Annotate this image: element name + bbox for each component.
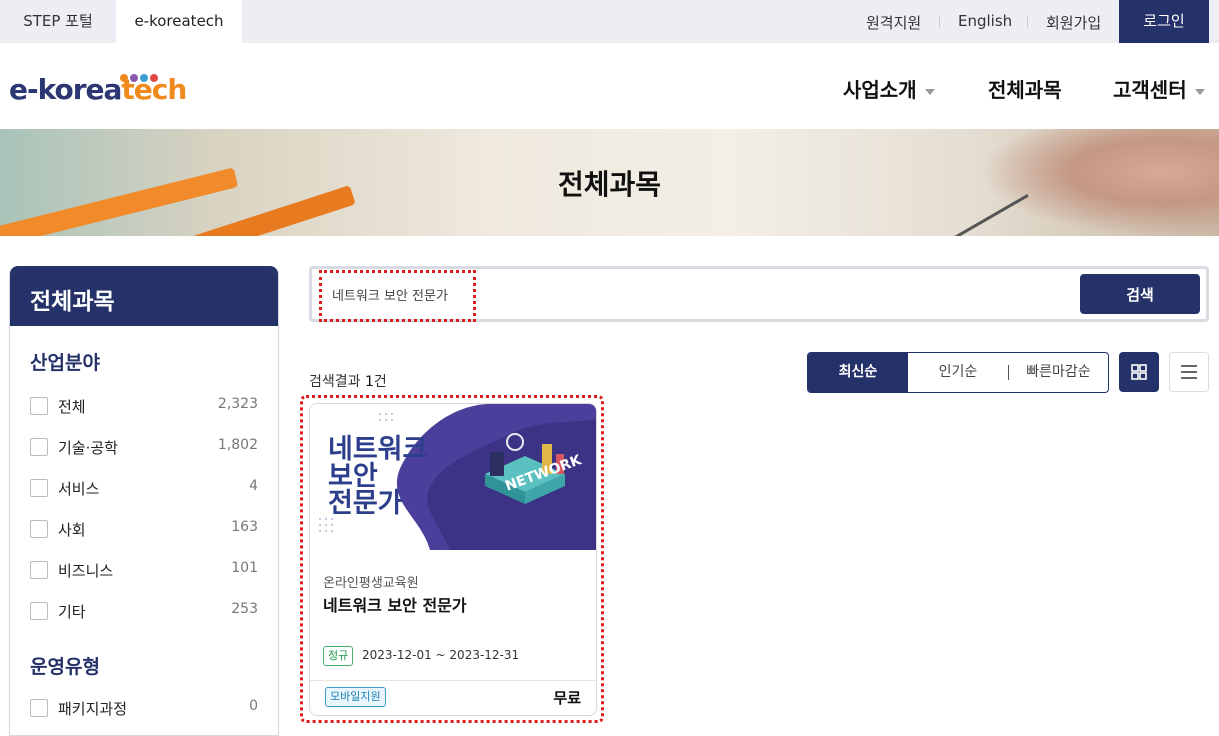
search-button[interactable]: 검색 <box>1080 274 1200 314</box>
remote-support-link[interactable]: 원격지원 <box>866 12 921 33</box>
course-type-badge: 정규 <box>323 646 354 666</box>
chevron-down-icon <box>924 88 935 95</box>
sidebar-title: 전체과목 <box>10 266 278 326</box>
course-price: 무료 <box>553 689 581 707</box>
checkbox[interactable] <box>30 602 48 620</box>
filter-count: 163 <box>231 519 258 535</box>
filter-count: 0 <box>249 698 258 714</box>
filter-count: 2,323 <box>217 396 258 412</box>
filter-label: 기타 <box>58 603 86 621</box>
nav-about[interactable]: 사업소개 <box>843 74 935 103</box>
industry-section-title: 산업분야 <box>30 352 100 374</box>
search-highlight-marker <box>319 270 476 322</box>
thumbnail-line: 네트워크 <box>328 434 428 465</box>
search-bar: 검색 <box>309 266 1209 322</box>
course-organization: 온라인평생교육원 <box>323 576 419 591</box>
operation-section-title: 운영유형 <box>30 656 100 678</box>
checkbox[interactable] <box>30 561 48 579</box>
checkbox[interactable] <box>30 479 48 497</box>
filter-label: 전체 <box>58 398 86 416</box>
thumbnail-line: 보안 <box>328 461 378 492</box>
category-sidebar: 전체과목 산업분야 전체 2,323 기술·공학 1,802 서비스 4 사회 … <box>9 266 279 736</box>
result-count: 검색결과 1건 <box>309 371 387 391</box>
login-button[interactable]: 로그인 <box>1119 0 1209 43</box>
mobile-support-badge: 모바일지원 <box>325 687 386 707</box>
course-thumbnail[interactable]: NETWORK 네트워크 보안 전문가 <box>310 404 596 550</box>
checkbox[interactable] <box>30 397 48 415</box>
site-header: e-koreatech 사업소개 전체과목 고객센터 <box>0 43 1219 129</box>
list-view-button[interactable] <box>1169 352 1209 392</box>
thumbnail-title: 네트워크 보안 전문가 <box>328 436 427 517</box>
sort-toggle: 최신순 인기순 빠른마감순 <box>807 352 1109 393</box>
top-divider <box>1027 16 1028 28</box>
course-title[interactable]: 네트워크 보안 전문가 <box>323 592 467 616</box>
grid-view-button[interactable] <box>1119 352 1159 392</box>
english-link[interactable]: English <box>958 12 1012 30</box>
filter-engineering[interactable]: 기술·공학 1,802 <box>30 437 258 457</box>
checkbox[interactable] <box>30 699 48 717</box>
list-icon <box>1181 365 1197 379</box>
logo-dots-icon <box>120 67 160 86</box>
page-title: 전체과목 <box>557 168 662 201</box>
filter-all[interactable]: 전체 2,323 <box>30 396 258 416</box>
page-banner: 전체과목 <box>0 129 1219 236</box>
top-bar: STEP 포털 e-koreatech 원격지원 English 회원가입 로그… <box>0 0 1219 43</box>
sort-deadline[interactable]: 빠른마감순 <box>1009 353 1108 392</box>
checkbox[interactable] <box>30 520 48 538</box>
nav-support[interactable]: 고객센터 <box>1113 74 1205 103</box>
checkbox[interactable] <box>30 438 48 456</box>
result-number: 1 <box>364 374 374 390</box>
result-prefix: 검색결과 <box>309 374 365 390</box>
nav-support-label: 고객센터 <box>1113 78 1187 102</box>
filter-business[interactable]: 비즈니스 101 <box>30 560 258 580</box>
logo-text-main: e-korea <box>9 73 122 106</box>
filter-label: 서비스 <box>58 480 100 498</box>
filter-society[interactable]: 사회 163 <box>30 519 258 539</box>
filter-count: 253 <box>231 601 258 617</box>
card-divider <box>310 680 596 681</box>
sort-popular[interactable]: 인기순 <box>908 353 1008 392</box>
filter-count: 1,802 <box>217 437 258 453</box>
nav-all-courses[interactable]: 전체과목 <box>988 74 1062 103</box>
filter-label: 비즈니스 <box>58 562 114 580</box>
tab-step-portal[interactable]: STEP 포털 <box>0 0 116 43</box>
filter-label: 기술·공학 <box>58 439 118 457</box>
course-card[interactable]: NETWORK 네트워크 보안 전문가 온라인평생교육원 네트워크 보안 전문가… <box>309 403 597 716</box>
filter-count: 4 <box>249 478 258 494</box>
filter-label: 사회 <box>58 521 86 539</box>
thumbnail-line: 전문가 <box>328 488 403 519</box>
chevron-down-icon <box>1194 88 1205 95</box>
filter-package[interactable]: 패키지과정 0 <box>30 698 258 718</box>
nav-about-label: 사업소개 <box>843 78 917 102</box>
top-divider <box>939 16 940 28</box>
sort-latest[interactable]: 최신순 <box>808 353 908 392</box>
grid-icon <box>1131 364 1147 380</box>
result-suffix: 건 <box>373 374 387 390</box>
filter-count: 101 <box>231 560 258 576</box>
filter-service[interactable]: 서비스 4 <box>30 478 258 498</box>
course-period: 2023-12-01 ~ 2023-12-31 <box>362 648 520 662</box>
filter-label: 패키지과정 <box>58 700 128 718</box>
tab-e-koreatech[interactable]: e-koreatech <box>116 0 242 43</box>
filter-etc[interactable]: 기타 253 <box>30 601 258 621</box>
signup-link[interactable]: 회원가입 <box>1046 12 1101 33</box>
